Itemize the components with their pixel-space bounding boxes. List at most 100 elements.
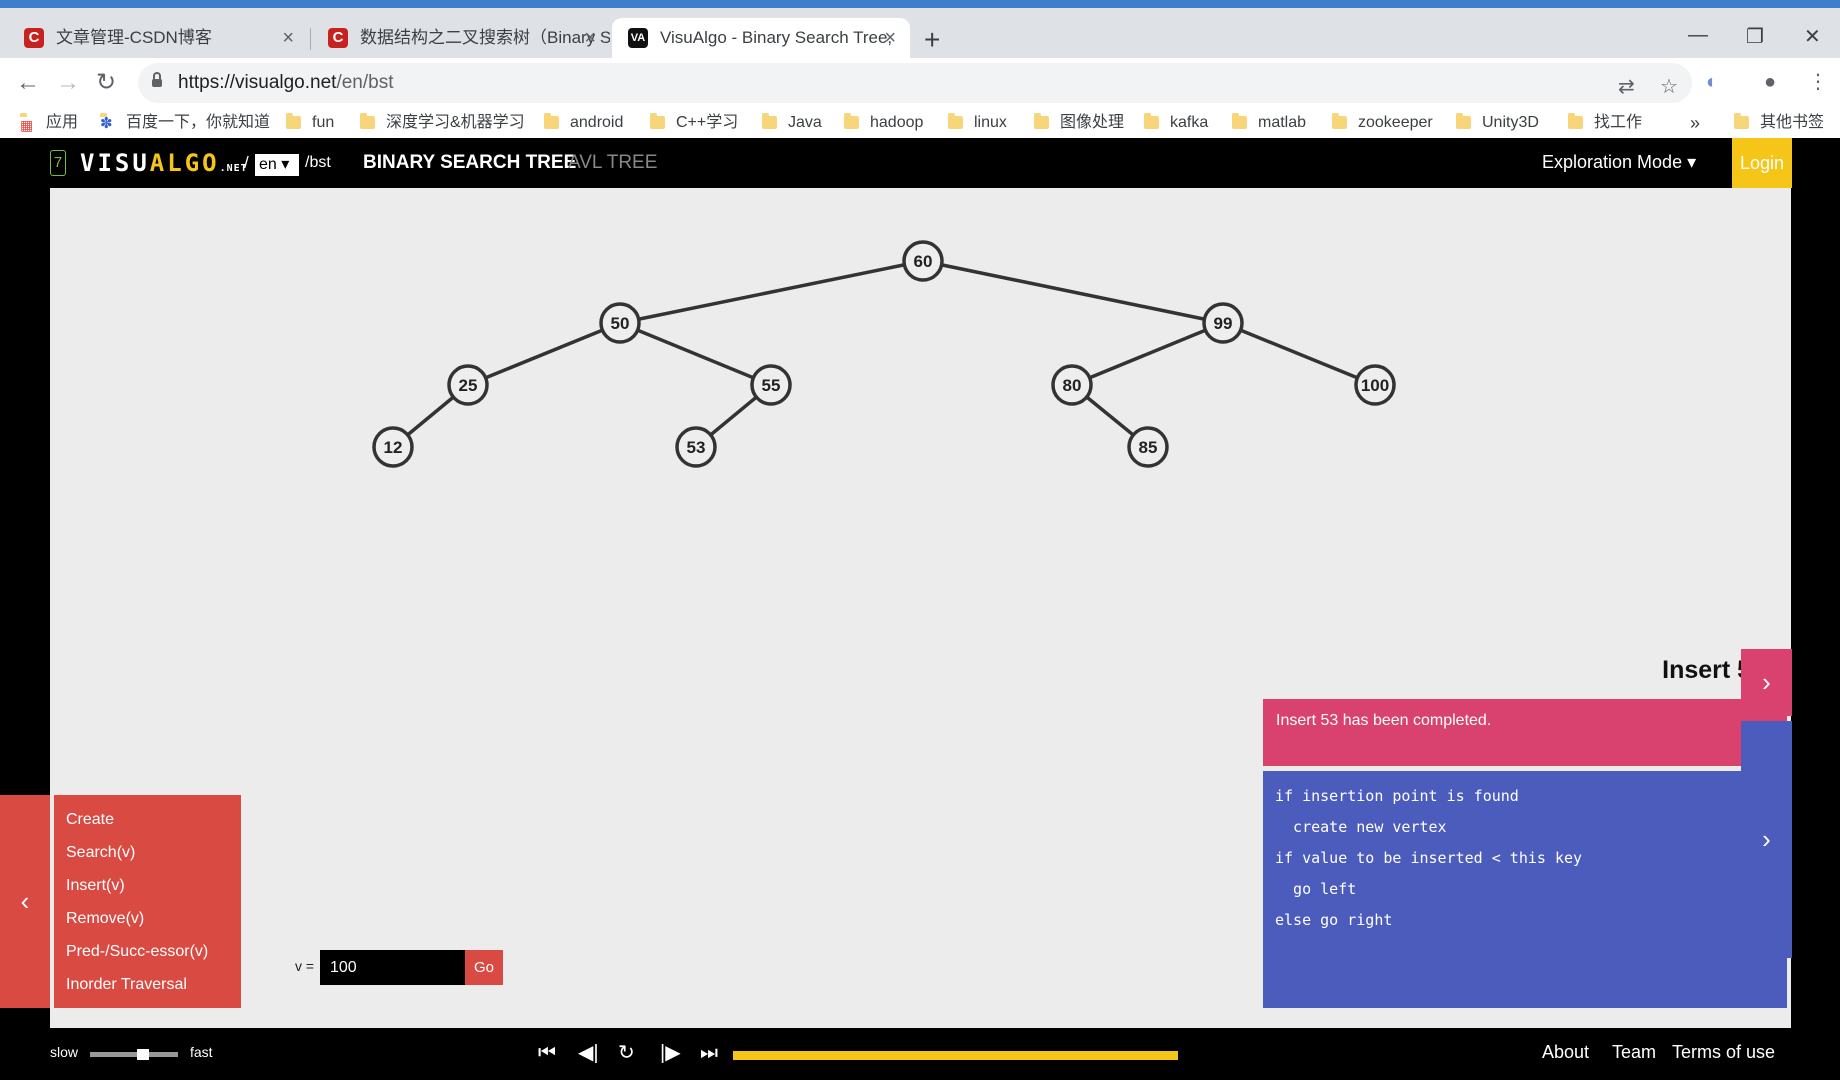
- go-to-end-icon[interactable]: ⏭: [700, 1040, 718, 1066]
- folder-icon: [1144, 113, 1159, 129]
- team-link[interactable]: Team: [1612, 1042, 1656, 1063]
- bookmark-folder[interactable]: hadoop: [844, 110, 923, 136]
- tree-node-key: 55: [762, 376, 781, 395]
- bookmark-folder[interactable]: zookeeper: [1332, 110, 1433, 136]
- go-to-start-icon[interactable]: ⏮: [538, 1040, 556, 1066]
- tree-node[interactable]: 99: [1202, 302, 1244, 344]
- folder-icon: [544, 113, 559, 129]
- tab-binary-search-tree[interactable]: BINARY SEARCH TREE: [363, 152, 576, 174]
- bookmark-folder[interactable]: Java: [762, 110, 822, 136]
- status-message: Insert 53 has been completed.: [1263, 699, 1787, 766]
- bookmark-folder[interactable]: matlab: [1232, 110, 1306, 136]
- value-input[interactable]: 100: [320, 950, 465, 985]
- baidu-paw-icon: ✽: [100, 113, 115, 132]
- tab-strip: C 文章管理-CSDN博客 × C 数据结构之二叉搜索树（Binary S × …: [0, 8, 1840, 58]
- action-search[interactable]: Search(v): [54, 836, 241, 869]
- bookmark-folder[interactable]: 图像处理: [1034, 110, 1124, 136]
- menu-kebab-icon[interactable]: ⋮: [1808, 70, 1828, 94]
- bookmark-folder[interactable]: android: [544, 110, 623, 136]
- mode-dropdown[interactable]: Exploration Mode ▾: [1542, 152, 1696, 173]
- go-button[interactable]: Go: [465, 950, 503, 985]
- tab-avl-tree[interactable]: AVL TREE: [568, 152, 657, 174]
- tree-node[interactable]: 60: [902, 240, 944, 282]
- back-icon[interactable]: ←: [16, 68, 40, 98]
- csdn-favicon-icon: C: [328, 28, 348, 48]
- action-remove[interactable]: Remove(v): [54, 902, 241, 935]
- about-link[interactable]: About: [1542, 1042, 1589, 1063]
- status-collapse-icon[interactable]: ›: [1741, 649, 1792, 716]
- code-line: go left: [1275, 880, 1357, 898]
- tree-node-key: 85: [1139, 438, 1158, 457]
- tree-node[interactable]: 55: [750, 364, 792, 406]
- bookmark-baidu[interactable]: ✽ 百度一下，你就知道: [100, 110, 270, 136]
- bookmark-folder[interactable]: fun: [286, 110, 334, 136]
- browser-toolbar: ← → ↻ https://visualgo.net/en/bst ⇄ ☆ ◐ …: [0, 58, 1840, 108]
- forward-icon[interactable]: →: [56, 68, 80, 98]
- bookmark-folder[interactable]: 深度学习&机器学习: [360, 110, 525, 136]
- speed-fast-label: fast: [190, 1044, 213, 1060]
- minimize-button[interactable]: —: [1688, 24, 1708, 47]
- tab-title: 文章管理-CSDN博客: [56, 28, 212, 47]
- action-pred-succ[interactable]: Pred-/Succ-essor(v): [54, 935, 241, 968]
- actions-panel: Create Search(v) Insert(v) Remove(v) Pre…: [54, 795, 241, 1008]
- translate-icon[interactable]: ⇄: [1618, 75, 1635, 99]
- bookmark-folder[interactable]: 找工作: [1568, 110, 1642, 136]
- animation-progress-bar[interactable]: [733, 1051, 1178, 1060]
- star-icon[interactable]: ☆: [1660, 75, 1678, 99]
- tab-csdn-manage[interactable]: C 文章管理-CSDN博客 ×: [8, 18, 308, 58]
- restore-button[interactable]: ❐: [1746, 24, 1764, 49]
- extension-icon[interactable]: ◐: [1706, 70, 1718, 94]
- language-select[interactable]: en ▾: [255, 154, 299, 176]
- folder-icon: [762, 113, 777, 129]
- bookmark-folder[interactable]: C++学习: [650, 110, 738, 136]
- action-inorder-traversal[interactable]: Inorder Traversal: [54, 968, 241, 1001]
- code-line: create new vertex: [1275, 818, 1447, 836]
- site-logo[interactable]: VISUALGO.NET: [80, 146, 248, 186]
- bookmarks-overflow-button[interactable]: »: [1690, 110, 1700, 136]
- folder-icon: [844, 113, 859, 129]
- bookmark-folder[interactable]: linux: [948, 110, 1007, 136]
- tree-node[interactable]: 50: [599, 302, 641, 344]
- tree-node[interactable]: 25: [447, 364, 489, 406]
- reload-icon[interactable]: ↻: [96, 68, 116, 98]
- login-button[interactable]: Login: [1732, 138, 1792, 188]
- tree-node-key: 60: [914, 252, 933, 271]
- progress-fill: [733, 1051, 1178, 1060]
- actions-collapse-icon[interactable]: ‹: [0, 795, 50, 1008]
- visualization-canvas: 60 50 99 25 55 80 100 12 53 85 Insert 53 Insert 5…: [50, 188, 1791, 1028]
- action-create[interactable]: Create: [54, 803, 241, 836]
- bookmark-apps[interactable]: ▦ 应用: [20, 110, 78, 136]
- tab-csdn-bst[interactable]: C 数据结构之二叉搜索树（Binary S ×: [312, 18, 610, 58]
- code-line: else go right: [1275, 911, 1393, 929]
- url-text: https://visualgo.net/en/bst: [178, 72, 394, 93]
- bookmark-folder[interactable]: Unity3D: [1456, 110, 1539, 136]
- tree-node[interactable]: 100: [1354, 364, 1396, 406]
- tree-edge: [1222, 321, 1376, 387]
- path-label: /bst: [305, 154, 331, 171]
- address-bar[interactable]: https://visualgo.net/en/bst ⇄ ☆: [138, 63, 1692, 103]
- replay-icon[interactable]: ↻: [618, 1040, 635, 1066]
- tree-node[interactable]: 85: [1127, 426, 1169, 468]
- tree-node[interactable]: 53: [675, 426, 717, 468]
- action-insert[interactable]: Insert(v): [54, 869, 241, 902]
- code-collapse-icon[interactable]: ›: [1741, 721, 1792, 958]
- tab-title: VisuAlgo - Binary Search Tree,: [660, 28, 893, 47]
- other-bookmarks[interactable]: 其他书签: [1734, 110, 1824, 136]
- close-tab-icon[interactable]: ×: [584, 18, 596, 58]
- step-back-icon[interactable]: ◀|: [578, 1040, 599, 1066]
- close-tab-icon[interactable]: ×: [282, 18, 294, 58]
- terms-link[interactable]: Terms of use: [1672, 1042, 1775, 1063]
- close-window-button[interactable]: ✕: [1804, 24, 1821, 49]
- tab-visualgo[interactable]: VA VisuAlgo - Binary Search Tree, ×: [612, 18, 910, 58]
- bookmark-folder[interactable]: kafka: [1144, 110, 1208, 136]
- close-tab-icon[interactable]: ×: [884, 18, 896, 58]
- profile-avatar-icon[interactable]: ●: [1764, 70, 1776, 94]
- site-logo-icon[interactable]: 7: [50, 150, 66, 176]
- tree-node[interactable]: 12: [372, 426, 414, 468]
- new-tab-button[interactable]: +: [924, 26, 940, 54]
- tree-node[interactable]: 80: [1051, 364, 1093, 406]
- folder-icon: [1456, 113, 1471, 129]
- speed-slider[interactable]: [90, 1049, 178, 1060]
- step-forward-icon[interactable]: |▶: [660, 1040, 681, 1066]
- speed-slider-handle[interactable]: [136, 1049, 149, 1060]
